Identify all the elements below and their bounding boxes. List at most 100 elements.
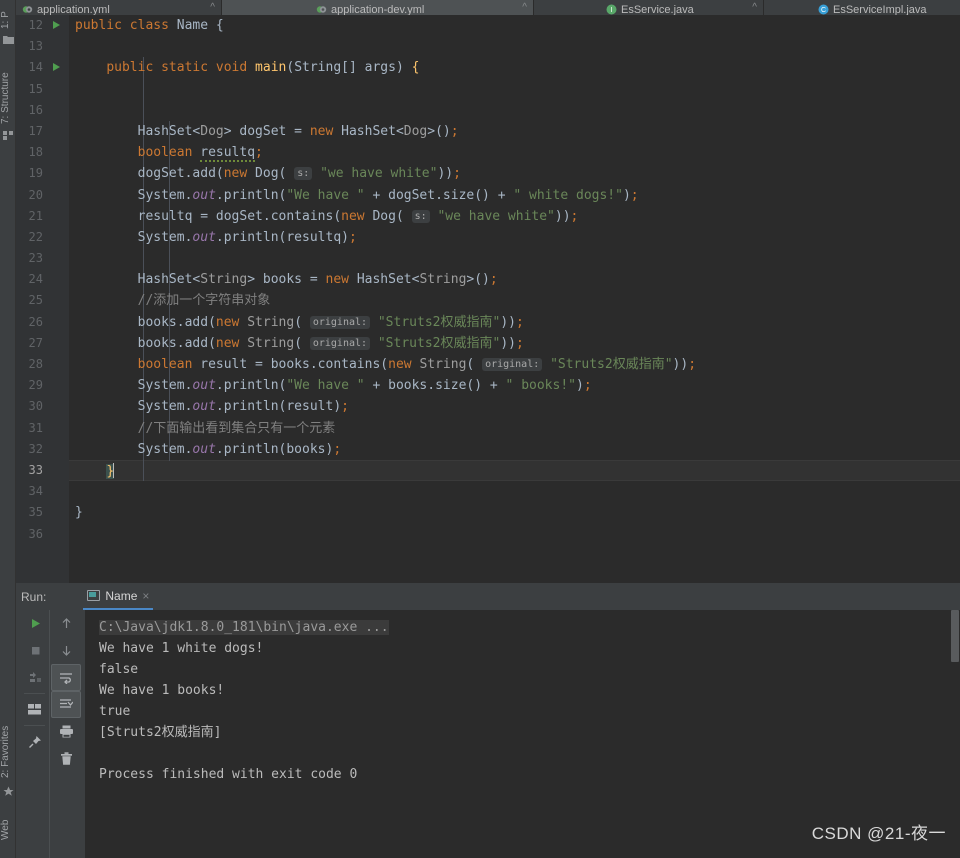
chevron-up-icon[interactable]: ^ — [752, 2, 757, 13]
code-line[interactable]: System.out.println(result); — [69, 396, 960, 417]
code-line[interactable]: books.add(new String( original: "Struts2… — [69, 312, 960, 333]
gutter-line-number[interactable]: 30 — [16, 396, 69, 417]
clear-all-button[interactable] — [51, 745, 81, 772]
star-icon[interactable] — [3, 782, 14, 796]
token-string: "we have white" — [437, 208, 555, 224]
token-type: String — [200, 272, 248, 288]
tool-window-structure[interactable]: 7: Structure — [0, 48, 16, 124]
code-line[interactable]: HashSet<Dog> dogSet = new HashSet<Dog>()… — [69, 121, 960, 142]
token-field: out — [192, 187, 216, 203]
editor-tab-application-dev-yml[interactable]: application-dev.yml ^ — [222, 0, 534, 15]
code-line[interactable] — [69, 36, 960, 57]
code-line[interactable]: boolean result = books.contains(new Stri… — [69, 354, 960, 375]
chevron-up-icon[interactable]: ^ — [522, 2, 527, 13]
token-var: dogSet — [239, 123, 287, 139]
editor-tab-esservice-java[interactable]: I EsService.java ^ — [534, 0, 764, 15]
gutter-line-number[interactable]: 36 — [16, 524, 69, 545]
scrollbar-thumb[interactable] — [951, 610, 959, 662]
gutter-line-number[interactable]: 28 — [16, 354, 69, 375]
pin-icon — [29, 735, 41, 748]
token-type: Dog — [403, 123, 428, 139]
tool-window-project[interactable]: 1: P — [0, 1, 16, 29]
gutter-line-number[interactable]: 21 — [16, 206, 69, 227]
gutter-line-number[interactable]: 13 — [16, 36, 69, 57]
gutter-line-number[interactable]: 20 — [16, 185, 69, 206]
gutter-line-number[interactable]: 34 — [16, 481, 69, 502]
token-keyword: new — [388, 357, 412, 372]
print-button[interactable] — [51, 718, 81, 745]
gutter-line-number[interactable]: 32 — [16, 439, 69, 460]
code-line[interactable]: //添加一个字符串对象 — [69, 290, 960, 311]
code-line[interactable]: books.add(new String( original: "Struts2… — [69, 333, 960, 354]
code-line[interactable]: System.out.println("We have " + dogSet.s… — [69, 185, 960, 206]
layout-button[interactable] — [20, 696, 50, 723]
gutter-line-number[interactable]: 26 — [16, 312, 69, 333]
code-line[interactable]: HashSet<String> books = new HashSet<Stri… — [69, 269, 960, 290]
token-type: System — [137, 441, 185, 457]
gutter-line-number[interactable]: 27 — [16, 333, 69, 354]
code-line[interactable]: resultq = dogSet.contains(new Dog( s: "w… — [69, 206, 960, 227]
stop-button[interactable] — [20, 637, 50, 664]
chevron-up-icon[interactable]: ^ — [210, 2, 215, 13]
gutter-line-number[interactable]: 17 — [16, 121, 69, 142]
rerun-button[interactable] — [20, 610, 50, 637]
run-config-tab[interactable]: Name × — [83, 583, 154, 610]
tool-window-web[interactable]: Web — [0, 800, 16, 840]
gutter-line-number[interactable]: 22 — [16, 227, 69, 248]
code-line[interactable] — [69, 248, 960, 269]
token-field: out — [192, 441, 216, 457]
structure-icon[interactable] — [3, 126, 14, 140]
project-icon[interactable] — [3, 30, 14, 44]
token-var: resultq — [137, 208, 193, 224]
up-stacktrace-button[interactable] — [51, 610, 81, 637]
editor-tab-esserviceimpl-java[interactable]: C EsServiceImpl.java — [764, 0, 960, 15]
code-line[interactable]: } — [69, 502, 960, 523]
gutter-line-number[interactable]: 35 — [16, 502, 69, 523]
gutter-line-number[interactable]: 29 — [16, 375, 69, 396]
code-line[interactable]: System.out.println("We have " + books.si… — [69, 375, 960, 396]
run-gutter-icon[interactable] — [53, 21, 60, 29]
console-scrollbar[interactable] — [950, 610, 960, 858]
code-line[interactable] — [69, 481, 960, 502]
trash-icon — [60, 751, 72, 765]
code-line[interactable]: //下面输出看到集合只有一个元素 — [69, 418, 960, 439]
token-var: dogSet — [388, 187, 436, 203]
code-line[interactable] — [69, 100, 960, 121]
soft-wrap-button[interactable] — [51, 664, 81, 691]
tool-window-favorites[interactable]: 2: Favorites — [0, 700, 16, 778]
gutter-line-number[interactable]: 15 — [16, 79, 69, 100]
down-stacktrace-button[interactable] — [51, 637, 81, 664]
close-icon[interactable]: × — [142, 589, 149, 603]
gutter-line-number[interactable]: 24 — [16, 269, 69, 290]
gutter-line-number[interactable]: 33 — [16, 460, 69, 481]
editor-tab-application-yml[interactable]: application.yml ^ — [16, 0, 222, 15]
code-editor[interactable]: public class Name { public static void m… — [69, 15, 960, 583]
gutter-line-number[interactable]: 31 — [16, 418, 69, 439]
code-line[interactable]: public static void main(String[] args) { — [69, 57, 960, 78]
rerun-failed-button[interactable] — [20, 664, 50, 691]
token-string: "We have " — [286, 187, 365, 203]
code-line[interactable] — [69, 79, 960, 100]
code-line[interactable]: System.out.println(books); — [69, 439, 960, 460]
code-line[interactable]: boolean resultq; — [69, 142, 960, 163]
gutter-line-number[interactable]: 14 — [16, 57, 69, 78]
gutter-line-number[interactable]: 16 — [16, 100, 69, 121]
gutter-line-number[interactable]: 18 — [16, 142, 69, 163]
code-line-current[interactable]: } — [69, 460, 960, 481]
code-line[interactable]: System.out.println(resultq); — [69, 227, 960, 248]
gutter-line-number[interactable]: 19 — [16, 163, 69, 184]
run-gutter-icon[interactable] — [53, 63, 60, 72]
code-line[interactable] — [69, 524, 960, 545]
token-type: String — [294, 60, 342, 76]
pin-tab-button[interactable] — [20, 728, 50, 755]
left-tool-strip: 1: P 7: Structure 2: Favorites Web — [0, 0, 16, 858]
scroll-end-icon — [60, 699, 73, 708]
gutter-line-number[interactable]: 25 — [16, 290, 69, 311]
editor-gutter[interactable]: 12 13 14 15 16 17 18 19 20 21 22 23 24 25 26 27 28 29 30 31… — [16, 15, 69, 583]
scroll-to-end-button[interactable] — [51, 691, 81, 718]
code-line[interactable]: dogSet.add(new Dog( s: "we have white"))… — [69, 163, 960, 184]
token-type: System — [137, 399, 185, 415]
gutter-line-number[interactable]: 23 — [16, 248, 69, 269]
gutter-line-number[interactable]: 12 — [16, 15, 69, 36]
code-line[interactable]: public class Name { — [69, 15, 960, 36]
